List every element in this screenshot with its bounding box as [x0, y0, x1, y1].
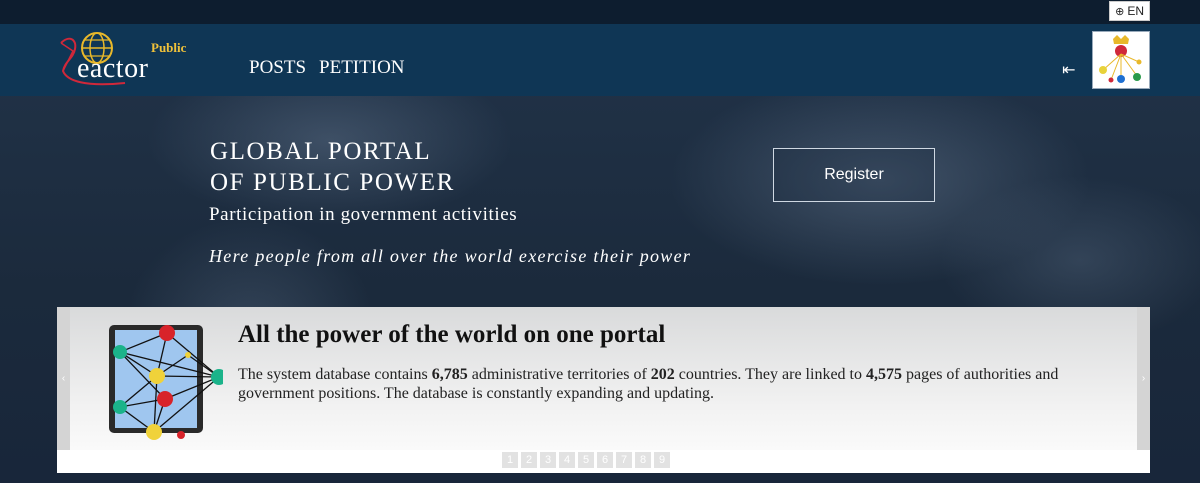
language-switcher[interactable]: ⊕ EN	[1109, 1, 1150, 21]
pager-button[interactable]: 6	[597, 452, 613, 468]
slide: All the power of the world on one portal…	[70, 307, 1137, 450]
slide-text-part: The system database contains	[238, 366, 432, 383]
pages-count: 4,575	[865, 366, 902, 383]
globe-icon: ⊕	[1115, 5, 1125, 18]
pager-button[interactable]: 9	[654, 452, 670, 468]
slide-text-part: administrative territories of	[467, 366, 651, 383]
slide-text-part: countries. They are linked to	[674, 366, 866, 383]
pager-button[interactable]: 4	[559, 452, 575, 468]
header-bar: Public eactor POSTS PETITION	[0, 24, 1200, 96]
hero-title-line-2: OF PUBLIC POWER	[210, 169, 455, 196]
logo-eactor-text: eactor	[77, 53, 149, 84]
site-logo[interactable]: Public eactor	[55, 31, 205, 91]
nav-petition-link[interactable]: PETITION	[319, 57, 404, 79]
main-nav: POSTS PETITION	[249, 57, 405, 79]
hero-title: GLOBAL PORTAL OF PUBLIC POWER	[210, 136, 455, 198]
pager-button[interactable]: 3	[540, 452, 556, 468]
network-avatar-button[interactable]	[1092, 31, 1150, 89]
language-label: EN	[1127, 4, 1144, 18]
network-tablet-illustration	[109, 325, 223, 440]
login-icon[interactable]: ⇤	[1062, 60, 1084, 79]
slide-description: The system database contains 6,785 admin…	[238, 365, 1118, 403]
pager-button[interactable]: 2	[521, 452, 537, 468]
hero-title-line-1: GLOBAL PORTAL	[210, 138, 432, 165]
network-people-icon	[1099, 35, 1142, 83]
nav-posts-link[interactable]: POSTS	[249, 57, 306, 79]
register-button[interactable]: Register	[773, 148, 935, 202]
hero-tagline: Here people from all over the world exer…	[209, 246, 692, 266]
pager-button[interactable]: 5	[578, 452, 594, 468]
countries-count: 202	[650, 366, 675, 383]
top-strip	[0, 0, 1200, 24]
logo-public-text: Public	[151, 40, 187, 55]
slider-prev-button[interactable]: ‹	[57, 307, 70, 450]
slider-pagination: 1 2 3 4 5 6 7 8 9	[502, 452, 670, 468]
info-slider: ‹ All the power of the world on one port…	[57, 307, 1150, 473]
territories-count: 6,785	[431, 366, 468, 383]
slider-next-button[interactable]: ›	[1137, 307, 1150, 450]
slide-title: All the power of the world on one portal	[238, 321, 666, 348]
hero-subtitle: Participation in government activities	[209, 204, 518, 225]
pager-button[interactable]: 1	[502, 452, 518, 468]
pager-button[interactable]: 7	[616, 452, 632, 468]
pager-button[interactable]: 8	[635, 452, 651, 468]
